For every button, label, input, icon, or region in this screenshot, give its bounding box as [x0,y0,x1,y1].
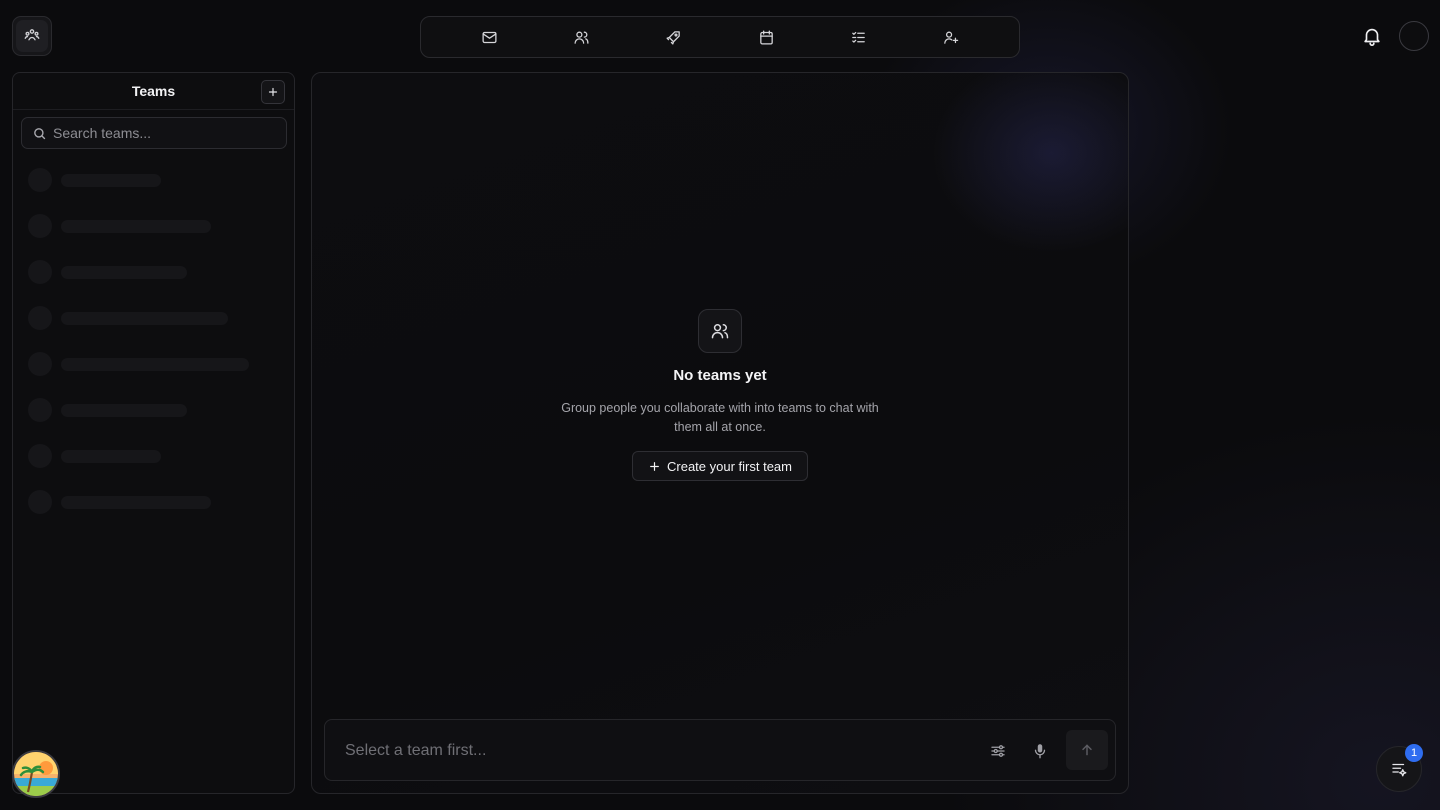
notifications-button[interactable] [1361,25,1383,47]
sidebar-header: Teams [13,73,294,110]
microphone-icon [1034,744,1046,759]
create-team-label: Create your first team [667,458,792,474]
empty-state-description: Group people you collaborate with into t… [561,401,879,434]
nav-mail-button[interactable] [469,21,509,53]
nav-calendar-button[interactable] [746,21,786,53]
bell-icon [1364,28,1380,46]
plus-icon [650,461,659,471]
notification-badge: 1 [1405,744,1423,762]
user-avatar[interactable] [1399,21,1429,51]
nav-teams-button[interactable] [561,21,601,53]
plus-icon [268,87,278,97]
list-sparkle-icon [1392,763,1407,777]
sliders-icon [991,745,1005,757]
main-panel: No teams yet Group people you collaborat… [311,72,1129,794]
workspace-avatar[interactable] [12,750,60,798]
add-team-button[interactable] [261,80,285,104]
settings-button[interactable] [987,740,1009,762]
user-plus-icon [944,31,959,44]
message-input[interactable] [345,738,945,764]
checklist-icon [852,31,865,43]
rocket-icon [666,30,681,45]
sidebar-title: Teams [131,83,176,99]
teams-sidebar: Teams [12,72,295,794]
nav-invite-button[interactable] [931,21,971,53]
calendar-icon [759,29,773,45]
nav-tasks-button[interactable] [838,21,878,53]
users-icon [574,31,589,44]
team-search-input[interactable] [53,125,273,141]
mail-icon [482,31,497,43]
message-composer [324,719,1116,781]
top-nav [420,16,1020,58]
team-logo-icon [24,29,40,41]
voice-input-button[interactable] [1029,740,1051,762]
empty-state-title: No teams yet [673,367,767,384]
team-search [21,117,287,149]
empty-state-icon-box [698,309,742,353]
search-icon [34,127,46,139]
app-logo[interactable] [12,16,52,56]
nav-launch-button[interactable] [654,21,694,53]
arrow-up-icon [1082,744,1092,756]
send-button[interactable] [1066,730,1108,770]
create-team-button[interactable]: Create your first team [632,451,808,481]
users-icon [711,324,729,339]
